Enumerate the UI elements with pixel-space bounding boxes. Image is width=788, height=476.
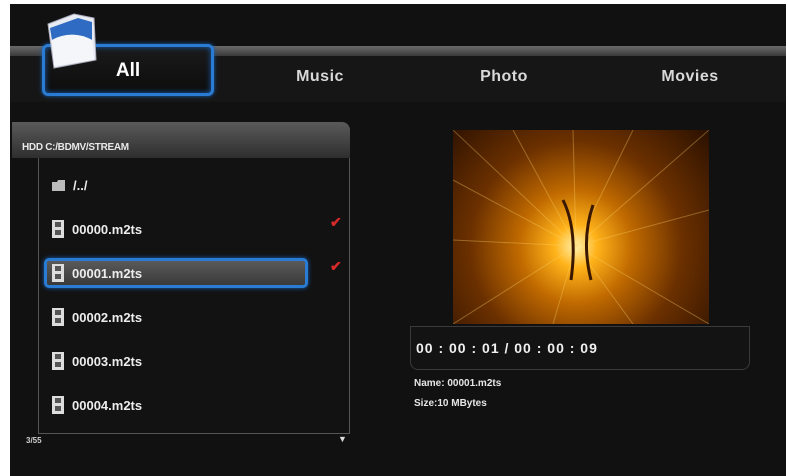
video-file-icon: [52, 220, 64, 238]
playback-time: 00 : 00 : 01 / 00 : 00 : 09: [416, 340, 598, 356]
path-breadcrumb: HDD C:/BDMV/STREAM: [22, 142, 129, 153]
list-item-parent-folder[interactable]: /../: [52, 174, 87, 196]
list-item-00002[interactable]: 00002.m2ts: [52, 306, 142, 328]
video-file-icon: [52, 352, 64, 370]
scroll-down-icon[interactable]: ▼: [338, 434, 347, 444]
file-list: [38, 158, 350, 434]
list-item-00000[interactable]: 00000.m2ts: [52, 218, 142, 240]
folder-icon: [47, 13, 97, 69]
video-file-icon: [52, 396, 64, 414]
video-file-icon: [52, 264, 64, 282]
video-file-icon: [52, 308, 64, 326]
tab-photo[interactable]: Photo: [464, 68, 544, 86]
item-counter: 3/55: [26, 436, 42, 445]
tab-all-label: All: [115, 60, 141, 81]
folder-small-icon: [52, 179, 65, 191]
list-item-00001[interactable]: 00001.m2ts: [52, 262, 142, 284]
file-name-info: Name: 00001.m2ts: [414, 378, 502, 389]
list-item-label: /../: [73, 177, 88, 193]
video-thumbnail: [453, 130, 709, 324]
list-item-label: 00001.m2ts: [72, 265, 143, 281]
tab-music[interactable]: Music: [280, 68, 360, 86]
tab-movies[interactable]: Movies: [650, 68, 730, 86]
list-item-00004[interactable]: 00004.m2ts: [52, 394, 142, 416]
check-icon: ✔: [330, 214, 342, 230]
list-item-label: 00002.m2ts: [72, 309, 143, 325]
file-size-info: Size:10 MBytes: [414, 398, 487, 409]
list-item-label: 00004.m2ts: [72, 397, 143, 413]
list-item-label: 00000.m2ts: [72, 221, 143, 237]
check-icon: ✔: [330, 258, 342, 274]
light-rays-graphic: [453, 130, 709, 324]
list-item-label: 00003.m2ts: [72, 353, 143, 369]
media-player-screen: All Music Photo Movies HDD C:/BDMV/STREA…: [10, 4, 786, 476]
list-item-00003[interactable]: 00003.m2ts: [52, 350, 142, 372]
